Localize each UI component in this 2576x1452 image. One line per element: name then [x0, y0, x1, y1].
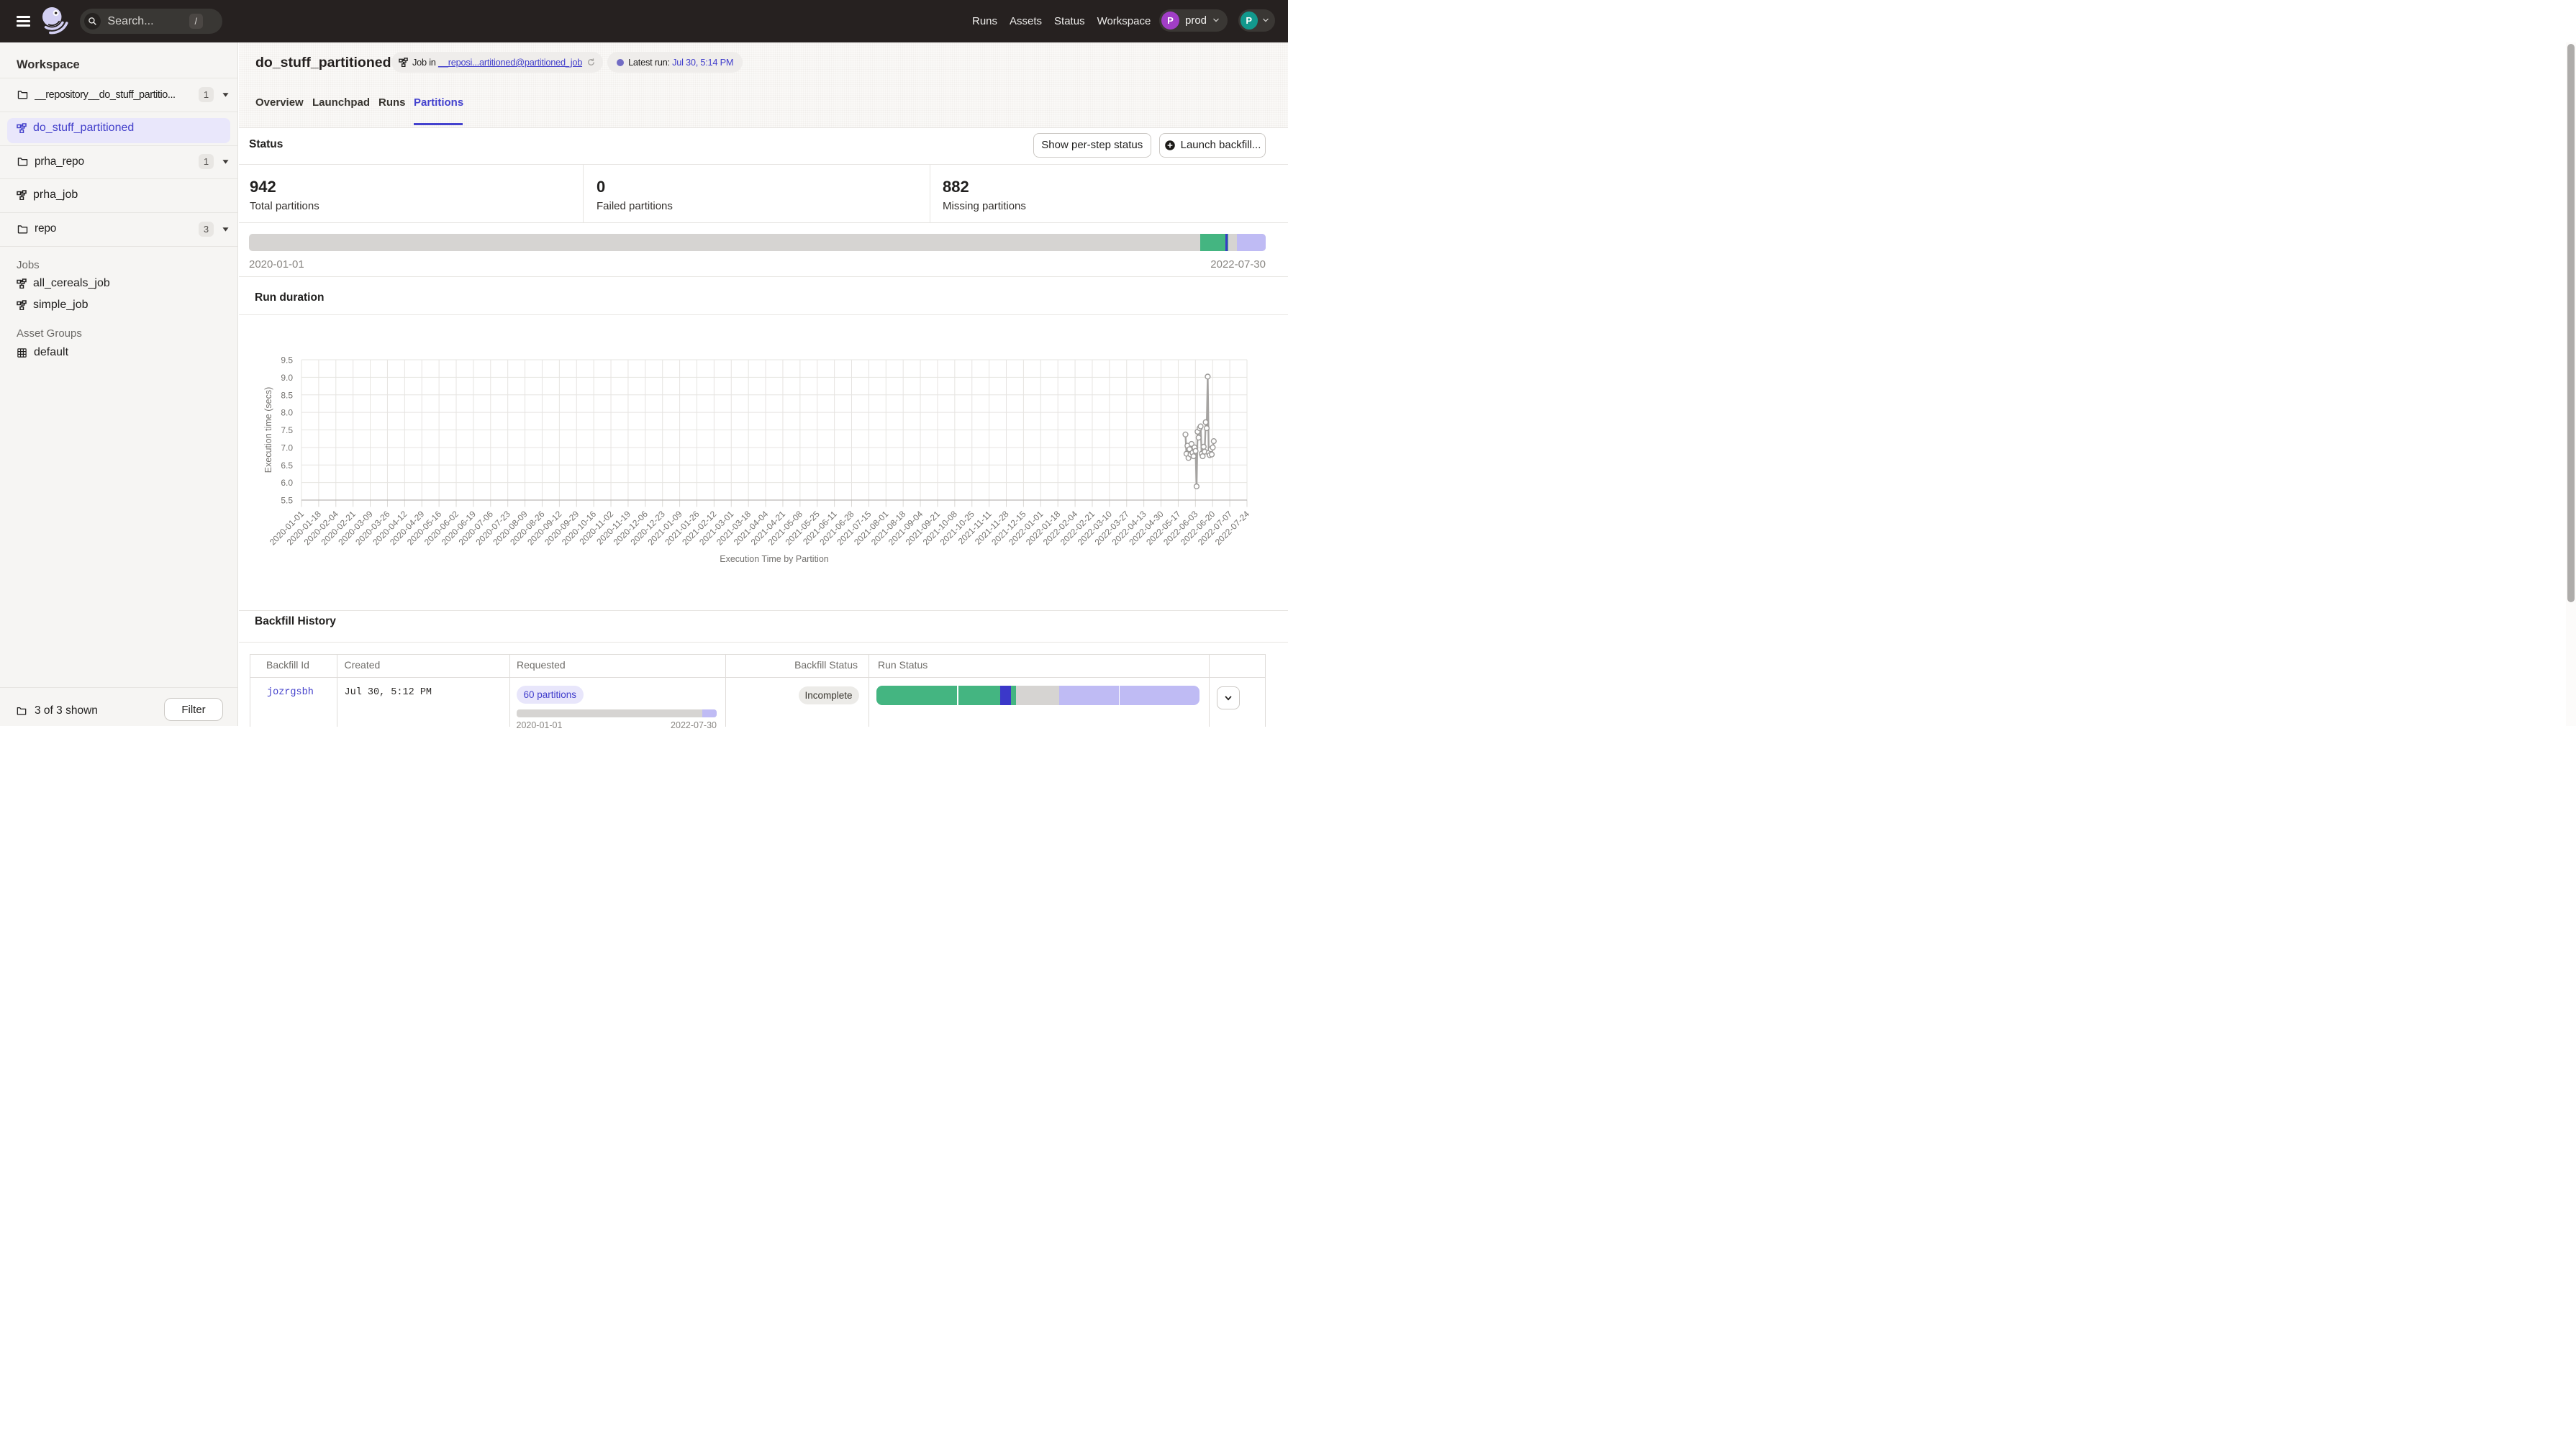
svg-text:8.5: 8.5: [281, 390, 293, 400]
svg-text:6.0: 6.0: [281, 478, 293, 488]
svg-text:8.0: 8.0: [281, 408, 293, 418]
svg-text:6.5: 6.5: [281, 460, 293, 471]
svg-text:Execution Time by Partition: Execution Time by Partition: [720, 554, 829, 564]
svg-text:9.0: 9.0: [281, 373, 293, 383]
svg-text:7.5: 7.5: [281, 425, 293, 435]
svg-text:7.0: 7.0: [281, 443, 293, 453]
svg-text:9.5: 9.5: [281, 355, 293, 366]
svg-text:5.5: 5.5: [281, 496, 293, 506]
svg-text:Execution time (secs): Execution time (secs): [263, 387, 273, 473]
